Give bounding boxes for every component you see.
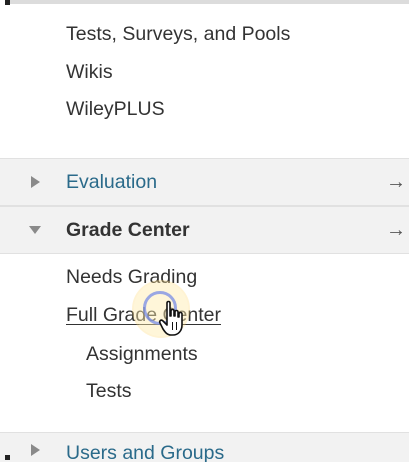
grade-center-arrow-icon[interactable]: → [386,218,406,242]
course-menu-panel: Tests, Surveys, and Pools Wikis WileyPLU… [0,0,409,462]
needs-grading-link[interactable]: Needs Grading [66,265,197,289]
corner-dot-bottom [5,455,10,460]
evaluation-section[interactable]: Evaluation → [0,158,409,206]
caret-right-icon[interactable] [29,175,41,189]
wileyplus-link[interactable]: WileyPLUS [66,97,165,121]
grade-center-section[interactable]: Grade Center → [0,206,409,254]
corner-dot [5,0,10,5]
tests-surveys-pools-link[interactable]: Tests, Surveys, and Pools [66,22,290,46]
tests-link[interactable]: Tests [86,379,132,403]
wikis-link[interactable]: Wikis [66,60,113,84]
caret-down-icon[interactable] [28,224,42,236]
top-edge [6,0,409,4]
evaluation-label[interactable]: Evaluation [66,170,157,194]
hand-pointer-icon [158,300,183,336]
grade-center-label[interactable]: Grade Center [66,218,190,242]
users-and-groups-label[interactable]: Users and Groups [66,442,224,462]
evaluation-arrow-icon[interactable]: → [386,170,406,194]
assignments-link[interactable]: Assignments [86,342,198,366]
users-and-groups-section[interactable]: Users and Groups [0,432,409,462]
caret-right-icon[interactable] [29,443,41,457]
